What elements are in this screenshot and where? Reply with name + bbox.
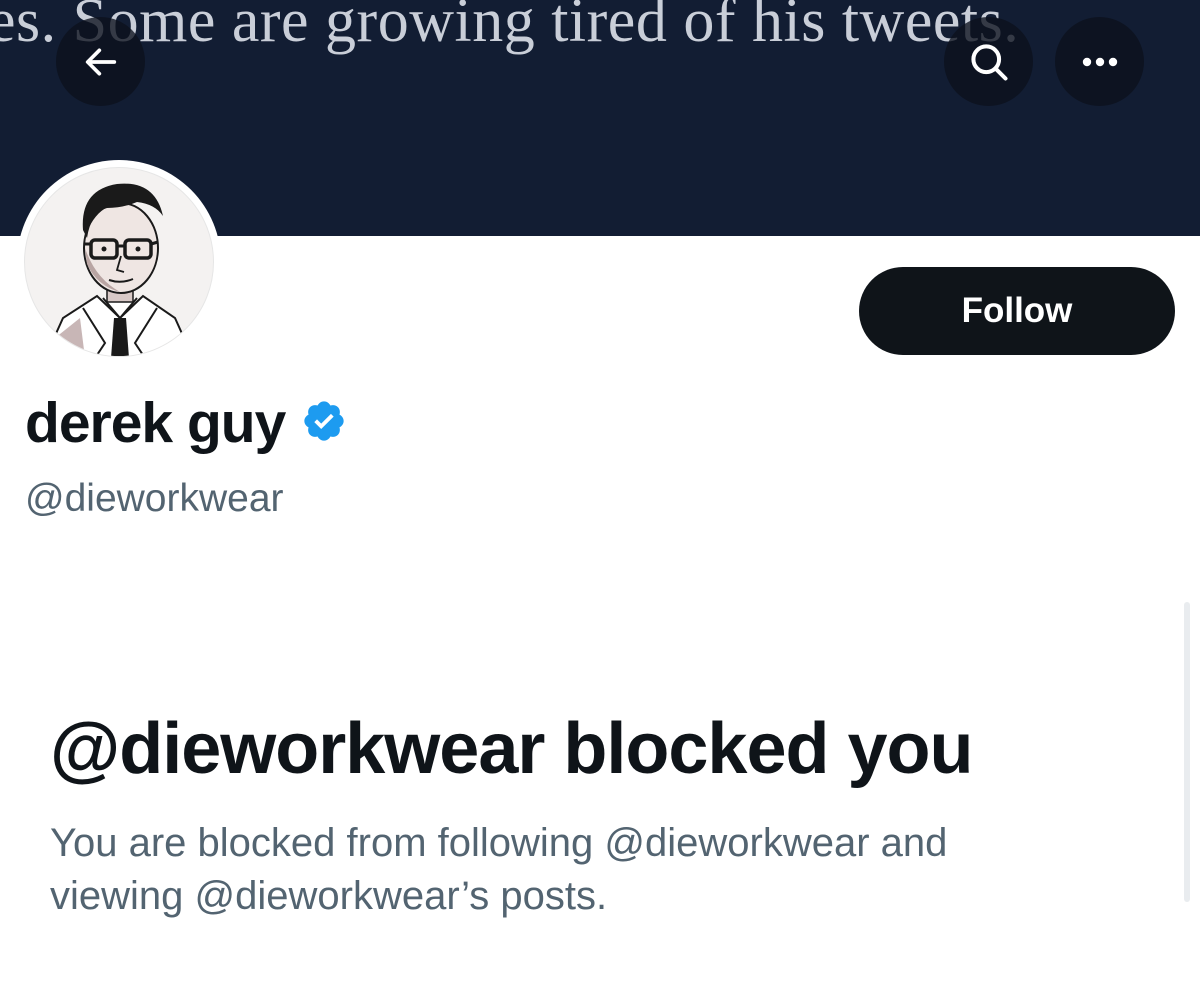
scrollbar[interactable] [1184,602,1190,902]
display-name: derek guy [25,391,286,455]
search-icon [967,40,1011,84]
more-options-button[interactable] [1055,17,1144,106]
follow-button[interactable]: Follow [859,267,1175,355]
search-button[interactable] [944,17,1033,106]
profile-handle: @dieworkwear [25,477,284,520]
blocked-description-line-2: viewing @dieworkwear’s posts. [50,874,608,918]
verified-badge-icon[interactable] [301,398,347,449]
more-horizontal-icon [1080,56,1120,68]
blocked-description: You are blocked from following @dieworkw… [50,817,1150,923]
avatar-illustration [24,167,214,357]
blocked-description-line-1: You are blocked from following @dieworkw… [50,821,948,865]
back-button[interactable] [56,17,145,106]
profile-page: es. Some are growing tired of his tweets… [0,0,1200,993]
avatar[interactable] [17,160,221,364]
display-name-row: derek guy [25,390,347,456]
banner-text: es. Some are growing tired of his tweets… [0,0,1020,55]
blocked-heading: @dieworkwear blocked you [50,709,973,789]
arrow-left-icon [81,42,121,82]
